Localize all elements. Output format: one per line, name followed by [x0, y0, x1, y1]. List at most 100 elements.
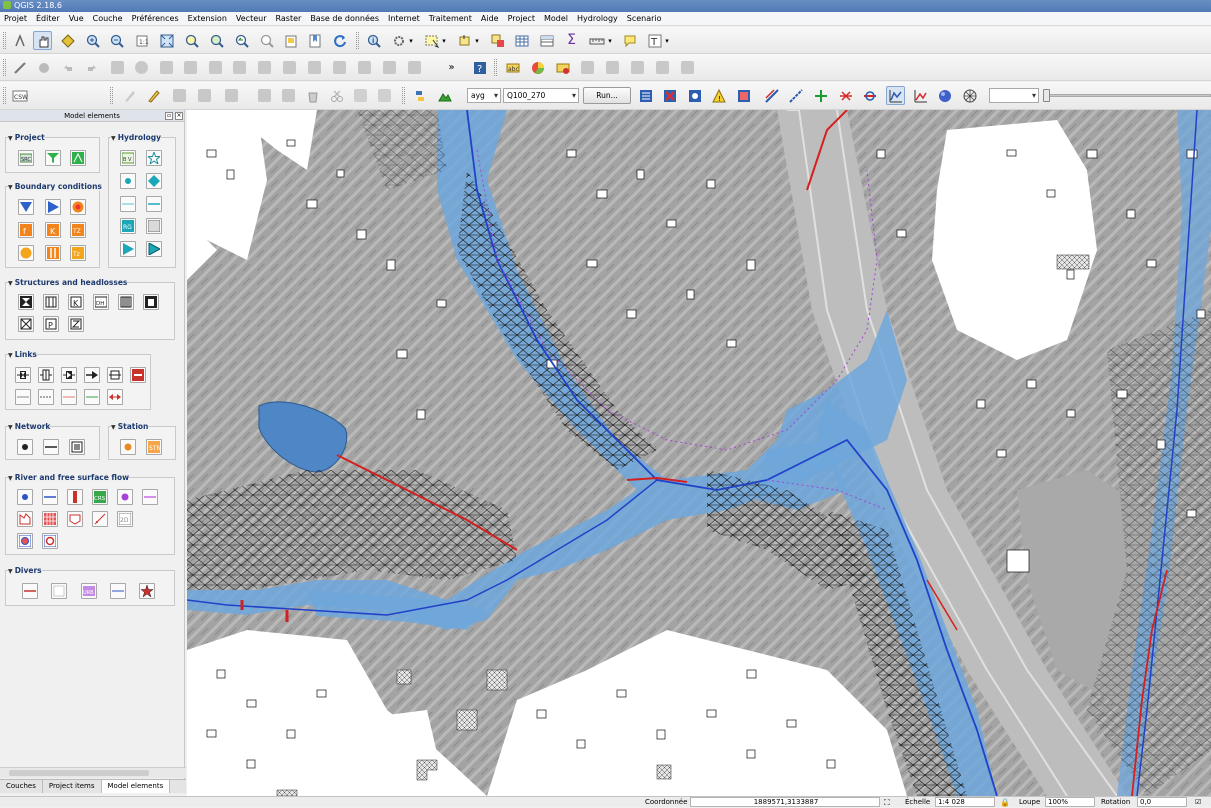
measure-icon[interactable] [587, 31, 606, 50]
node-icon[interactable] [811, 86, 830, 105]
menu-base-de-donnees[interactable]: Base de données [310, 14, 379, 23]
run-select[interactable]: Q100_270 [503, 88, 579, 103]
river-node-icon[interactable] [17, 489, 33, 505]
structure-gate-icon[interactable] [43, 294, 59, 310]
profile-chart-icon[interactable] [911, 86, 930, 105]
coordinate-field[interactable]: 1889571,3133887 [690, 797, 880, 807]
zoom-out-icon[interactable] [107, 31, 126, 50]
deselect-icon[interactable] [488, 31, 507, 50]
structure-grid-icon[interactable] [118, 294, 134, 310]
link-gate-icon[interactable] [38, 367, 54, 383]
chevron-down-icon[interactable]: ▾ [439, 31, 449, 50]
offset-curve-icon[interactable] [280, 58, 299, 77]
show-hide-labels-icon[interactable] [578, 58, 597, 77]
chevron-down-icon[interactable]: ▾ [472, 31, 482, 50]
sphere-3d-icon[interactable] [935, 86, 954, 105]
menu-preferences[interactable]: Préférences [132, 14, 179, 23]
divers-blank-icon[interactable] [51, 583, 67, 599]
add-feature-icon[interactable] [195, 86, 214, 105]
simplify-feature-icon[interactable] [108, 58, 127, 77]
divers-urb-icon[interactable]: URB [81, 583, 97, 599]
chevron-down-icon[interactable]: ▾ [406, 31, 416, 50]
time-step-select[interactable] [989, 88, 1039, 103]
edit-mode-icon[interactable] [120, 86, 139, 105]
longitudinal-profile-icon[interactable] [762, 86, 781, 105]
new-bookmark-icon[interactable] [305, 31, 324, 50]
undo-icon[interactable] [58, 58, 77, 77]
hydrology-outflow-icon[interactable] [146, 241, 162, 257]
river-red-bar-icon[interactable] [67, 489, 83, 505]
river-connector-icon[interactable] [42, 533, 58, 549]
menu-raster[interactable]: Raster [276, 14, 302, 23]
merge-attributes-icon[interactable] [380, 58, 399, 77]
hydrology-rg-icon[interactable]: RG [120, 218, 136, 234]
link-line-grey-icon[interactable] [15, 389, 31, 405]
menu-model[interactable]: Model [544, 14, 568, 23]
pan-icon[interactable] [33, 31, 52, 50]
hydrology-star-icon[interactable] [146, 150, 162, 166]
boundary-play-icon[interactable] [45, 199, 61, 215]
toolbar-grip[interactable] [3, 32, 6, 49]
terrain-green-icon[interactable] [435, 86, 454, 105]
tab-project-items[interactable]: Project items [43, 780, 102, 793]
hydrology-link-icon[interactable] [120, 196, 136, 212]
warning-icon[interactable]: ! [709, 86, 728, 105]
render-checkbox[interactable]: ☑ [1195, 798, 1201, 806]
link-red-icon[interactable] [130, 367, 146, 383]
group-title[interactable]: Divers [8, 566, 42, 575]
identify-icon[interactable]: i [364, 31, 383, 50]
refresh-icon[interactable] [330, 31, 349, 50]
project-src-icon[interactable]: SRC [18, 150, 34, 166]
boundary-f-icon[interactable]: f [18, 222, 34, 238]
toolbar-grip[interactable] [402, 87, 405, 104]
log-report-icon[interactable] [734, 86, 753, 105]
boundary-circle-icon[interactable] [70, 199, 86, 215]
boundary-tz2-icon[interactable]: Tz [70, 245, 86, 261]
network-pipe-icon[interactable] [43, 439, 59, 455]
reach-cut-icon[interactable] [860, 86, 879, 105]
zoom-to-selection-icon[interactable] [182, 31, 201, 50]
change-label-icon[interactable] [653, 58, 672, 77]
station-area-icon[interactable]: STN [146, 439, 162, 455]
label-properties-icon[interactable] [678, 58, 697, 77]
rotate-feature-icon[interactable] [34, 58, 53, 77]
zoom-in-icon[interactable] [83, 31, 102, 50]
statistics-sigma-icon[interactable]: Σ [562, 31, 581, 50]
red-cross-icon[interactable] [836, 86, 855, 105]
link-arrow-icon[interactable] [84, 367, 100, 383]
river-overflow-icon[interactable] [92, 511, 108, 527]
rotate-label-icon[interactable] [628, 58, 647, 77]
group-title[interactable]: Network [8, 422, 51, 431]
menu-vue[interactable]: Vue [69, 14, 84, 23]
toolbar-grip[interactable] [494, 59, 497, 76]
toolbar-grip[interactable] [3, 87, 6, 104]
delete-part-icon[interactable] [230, 58, 249, 77]
group-title[interactable]: Boundary conditions [8, 182, 102, 191]
reshape-icon[interactable] [255, 58, 274, 77]
menu-project[interactable]: Project [508, 14, 535, 23]
group-title[interactable]: Project [8, 133, 45, 142]
link-regulator-icon[interactable] [107, 367, 123, 383]
structure-valve-icon[interactable] [68, 316, 84, 332]
river-purple-node-icon[interactable] [117, 489, 133, 505]
menu-internet[interactable]: Internet [388, 14, 420, 23]
structure-k-icon[interactable]: K [68, 294, 84, 310]
river-flood-plain-icon[interactable] [67, 511, 83, 527]
chevron-down-icon[interactable]: ▾ [662, 31, 672, 50]
tab-couches[interactable]: Couches [0, 780, 43, 793]
link-line-green-icon[interactable] [84, 389, 100, 405]
label-toolbar-icon[interactable]: abc [503, 58, 522, 77]
panel-scrollbar[interactable] [0, 767, 186, 778]
boundary-k-icon[interactable]: K [45, 222, 61, 238]
link-pump-icon[interactable] [61, 367, 77, 383]
boundary-weir-icon[interactable] [45, 245, 61, 261]
new-map-view-icon[interactable] [281, 31, 300, 50]
river-storage-icon[interactable] [17, 511, 33, 527]
group-title[interactable]: River and free surface flow [8, 473, 130, 482]
toolbar-overflow-icon[interactable]: » [442, 58, 461, 77]
add-ring-icon[interactable] [132, 58, 151, 77]
zoom-to-layer-icon[interactable] [207, 31, 226, 50]
move-label-icon[interactable] [603, 58, 622, 77]
cross-section-icon[interactable] [786, 86, 805, 105]
field-calculator-icon[interactable] [537, 31, 556, 50]
